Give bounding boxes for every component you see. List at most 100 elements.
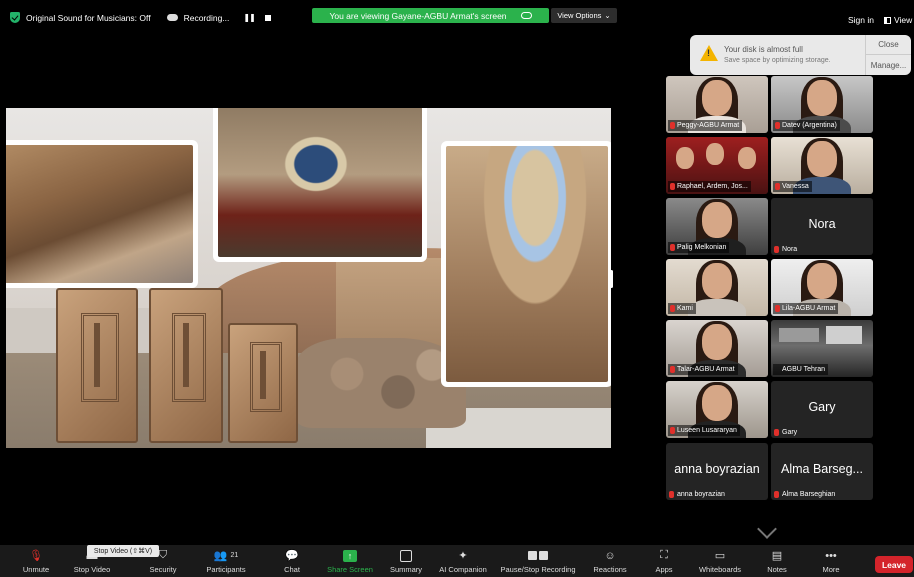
participant-label: Talar-AGBU Armat <box>668 364 738 375</box>
participant-tile[interactable]: Luseen Lusararyan <box>666 381 768 438</box>
sign-in-link[interactable]: Sign in <box>848 15 874 25</box>
participant-label: Palig Melkonian <box>668 242 730 253</box>
participant-label: Luseen Lusararyan <box>668 425 740 436</box>
ai-companion-button[interactable]: ✦ AI Companion <box>433 548 493 577</box>
warning-icon <box>700 45 718 61</box>
participant-tile[interactable]: Peggy-AGBU Armat <box>666 76 768 133</box>
audio-status[interactable]: Original Sound for Musicians: Off <box>26 13 151 23</box>
security-label: Security <box>149 565 177 574</box>
participant-tile[interactable]: Palig Melkonian <box>666 198 768 255</box>
participants-icon: 👥 21 <box>213 550 239 562</box>
participant-face <box>807 263 837 299</box>
toast-close-button[interactable]: Close <box>865 35 911 55</box>
view-options-button[interactable]: View Options ⌄ <box>551 8 617 23</box>
top-bar: Original Sound for Musicians: Off Record… <box>0 0 914 40</box>
chat-button[interactable]: 💬 Chat <box>262 548 322 577</box>
chat-label: Chat <box>284 565 300 574</box>
reactions-icon: ☺ <box>604 549 616 562</box>
participant-display-name: Gary <box>808 400 836 414</box>
participant-name: Peggy-AGBU Armat <box>677 122 740 129</box>
participant-tile[interactable]: anna boyrazian anna boyrazian <box>666 443 768 500</box>
participant-name: AGBU Tehran <box>782 366 826 373</box>
share-screen-button[interactable]: ↑ Share Screen <box>320 548 380 577</box>
pause-stop-recording-button[interactable]: Pause/Stop Recording <box>500 548 576 577</box>
more-button[interactable]: ••• More <box>801 548 861 577</box>
participants-button[interactable]: 👥 21 Participants <box>196 548 256 577</box>
toast-subtitle: Save space by optimizing storage. <box>724 57 831 64</box>
participant-display-name: Nora <box>808 217 836 231</box>
participant-face <box>807 80 837 116</box>
mic-muted-icon <box>670 183 675 190</box>
participant-face <box>807 141 837 177</box>
participant-tile[interactable]: Alma Barseg... Alma Barseghian <box>771 443 873 500</box>
viewing-text: You are viewing Gayane-AGBU Armat's scre… <box>329 10 507 21</box>
participant-tile[interactable]: Datev (Argentina) <box>771 76 873 133</box>
participant-tile[interactable]: Nora Nora <box>771 198 873 255</box>
pause-recording-button[interactable]: ❚❚ <box>243 13 255 22</box>
participant-display-name: Alma Barseg... <box>781 462 863 476</box>
notes-label: Notes <box>767 565 787 574</box>
participant-label: AGBU Tehran <box>773 364 829 375</box>
more-label: More <box>822 565 840 574</box>
participant-tile[interactable]: Kami <box>666 259 768 316</box>
photo-card-altar <box>213 108 427 262</box>
shield-icon[interactable] <box>10 12 20 23</box>
whiteboards-button[interactable]: ▭ Whiteboards <box>690 548 750 577</box>
participants-count: 21 <box>230 552 239 559</box>
mic-muted-icon <box>774 491 779 498</box>
participant-tile[interactable]: Vanessa <box>771 137 873 194</box>
resize-handle[interactable] <box>610 270 613 288</box>
zoom-meeting-window: Original Sound for Musicians: Off Record… <box>0 0 914 577</box>
participant-label: Vanessa <box>773 181 812 192</box>
participant-name: Raphael, Ardem, Jos... <box>677 183 748 190</box>
participant-tile[interactable]: Talar-AGBU Armat <box>666 320 768 377</box>
participant-face <box>702 385 732 421</box>
mic-muted-icon <box>775 122 780 129</box>
sparkle-icon: ✦ <box>458 550 468 562</box>
summary-label: Summary <box>389 565 423 574</box>
stop-recording-button[interactable] <box>264 14 271 21</box>
mic-muted-icon <box>774 429 779 436</box>
altar-photo <box>218 108 422 257</box>
more-icon: ••• <box>825 549 837 562</box>
reactions-button[interactable]: ☺ Reactions <box>580 548 640 577</box>
reactions-label: Reactions <box>593 565 627 574</box>
mic-muted-icon <box>669 491 674 498</box>
shared-screen <box>6 108 611 448</box>
ai-companion-label: AI Companion <box>439 565 487 574</box>
participant-tile[interactable]: Lila-AGBU Armat <box>771 259 873 316</box>
participant-label: Kami <box>668 303 696 314</box>
apps-icon: ⛶ <box>660 549 668 561</box>
participant-name: Datev (Argentina) <box>782 122 837 129</box>
notes-button[interactable]: ▤ Notes <box>747 548 807 577</box>
participant-display-name: anna boyrazian <box>674 462 760 476</box>
mic-muted-icon <box>774 246 779 253</box>
stop-video-tooltip: Stop Video (⇧⌘V) <box>87 545 159 557</box>
apps-button[interactable]: ⛶ Apps <box>634 548 694 577</box>
participant-label: Alma Barseghian <box>774 491 835 498</box>
unmute-button[interactable]: 🎙 Unmute <box>6 548 66 577</box>
participant-name: Talar-AGBU Armat <box>677 366 735 373</box>
participant-name: Gary <box>782 429 798 436</box>
participant-name: Nora <box>782 246 798 253</box>
share-screen-label: Share Screen <box>327 565 373 574</box>
participant-tile[interactable]: Gary Gary <box>771 381 873 438</box>
toast-title: Your disk is almost full <box>724 45 803 54</box>
notes-icon: ▤ <box>771 550 783 562</box>
cloud-recording-icon <box>166 14 178 21</box>
participant-label: Peggy-AGBU Armat <box>668 120 743 131</box>
view-button[interactable]: View <box>884 15 912 25</box>
participant-name: Palig Melkonian <box>677 244 727 251</box>
mic-off-icon: 🎙 <box>29 550 43 562</box>
khachkar-1 <box>56 288 138 443</box>
mic-muted-icon <box>670 366 675 373</box>
scroll-down-chevron-icon[interactable] <box>757 519 777 539</box>
leave-button[interactable]: Leave <box>875 556 913 573</box>
view-label: View <box>894 15 913 25</box>
toast-manage-button[interactable]: Manage... <box>865 55 911 75</box>
participant-tile[interactable]: AGBU Tehran <box>771 320 873 377</box>
summary-button[interactable]: Summary <box>376 548 436 577</box>
stop-video-label: Stop Video <box>73 565 111 574</box>
participant-tile[interactable]: Raphael, Ardem, Jos... <box>666 137 768 194</box>
participant-face <box>706 143 724 165</box>
